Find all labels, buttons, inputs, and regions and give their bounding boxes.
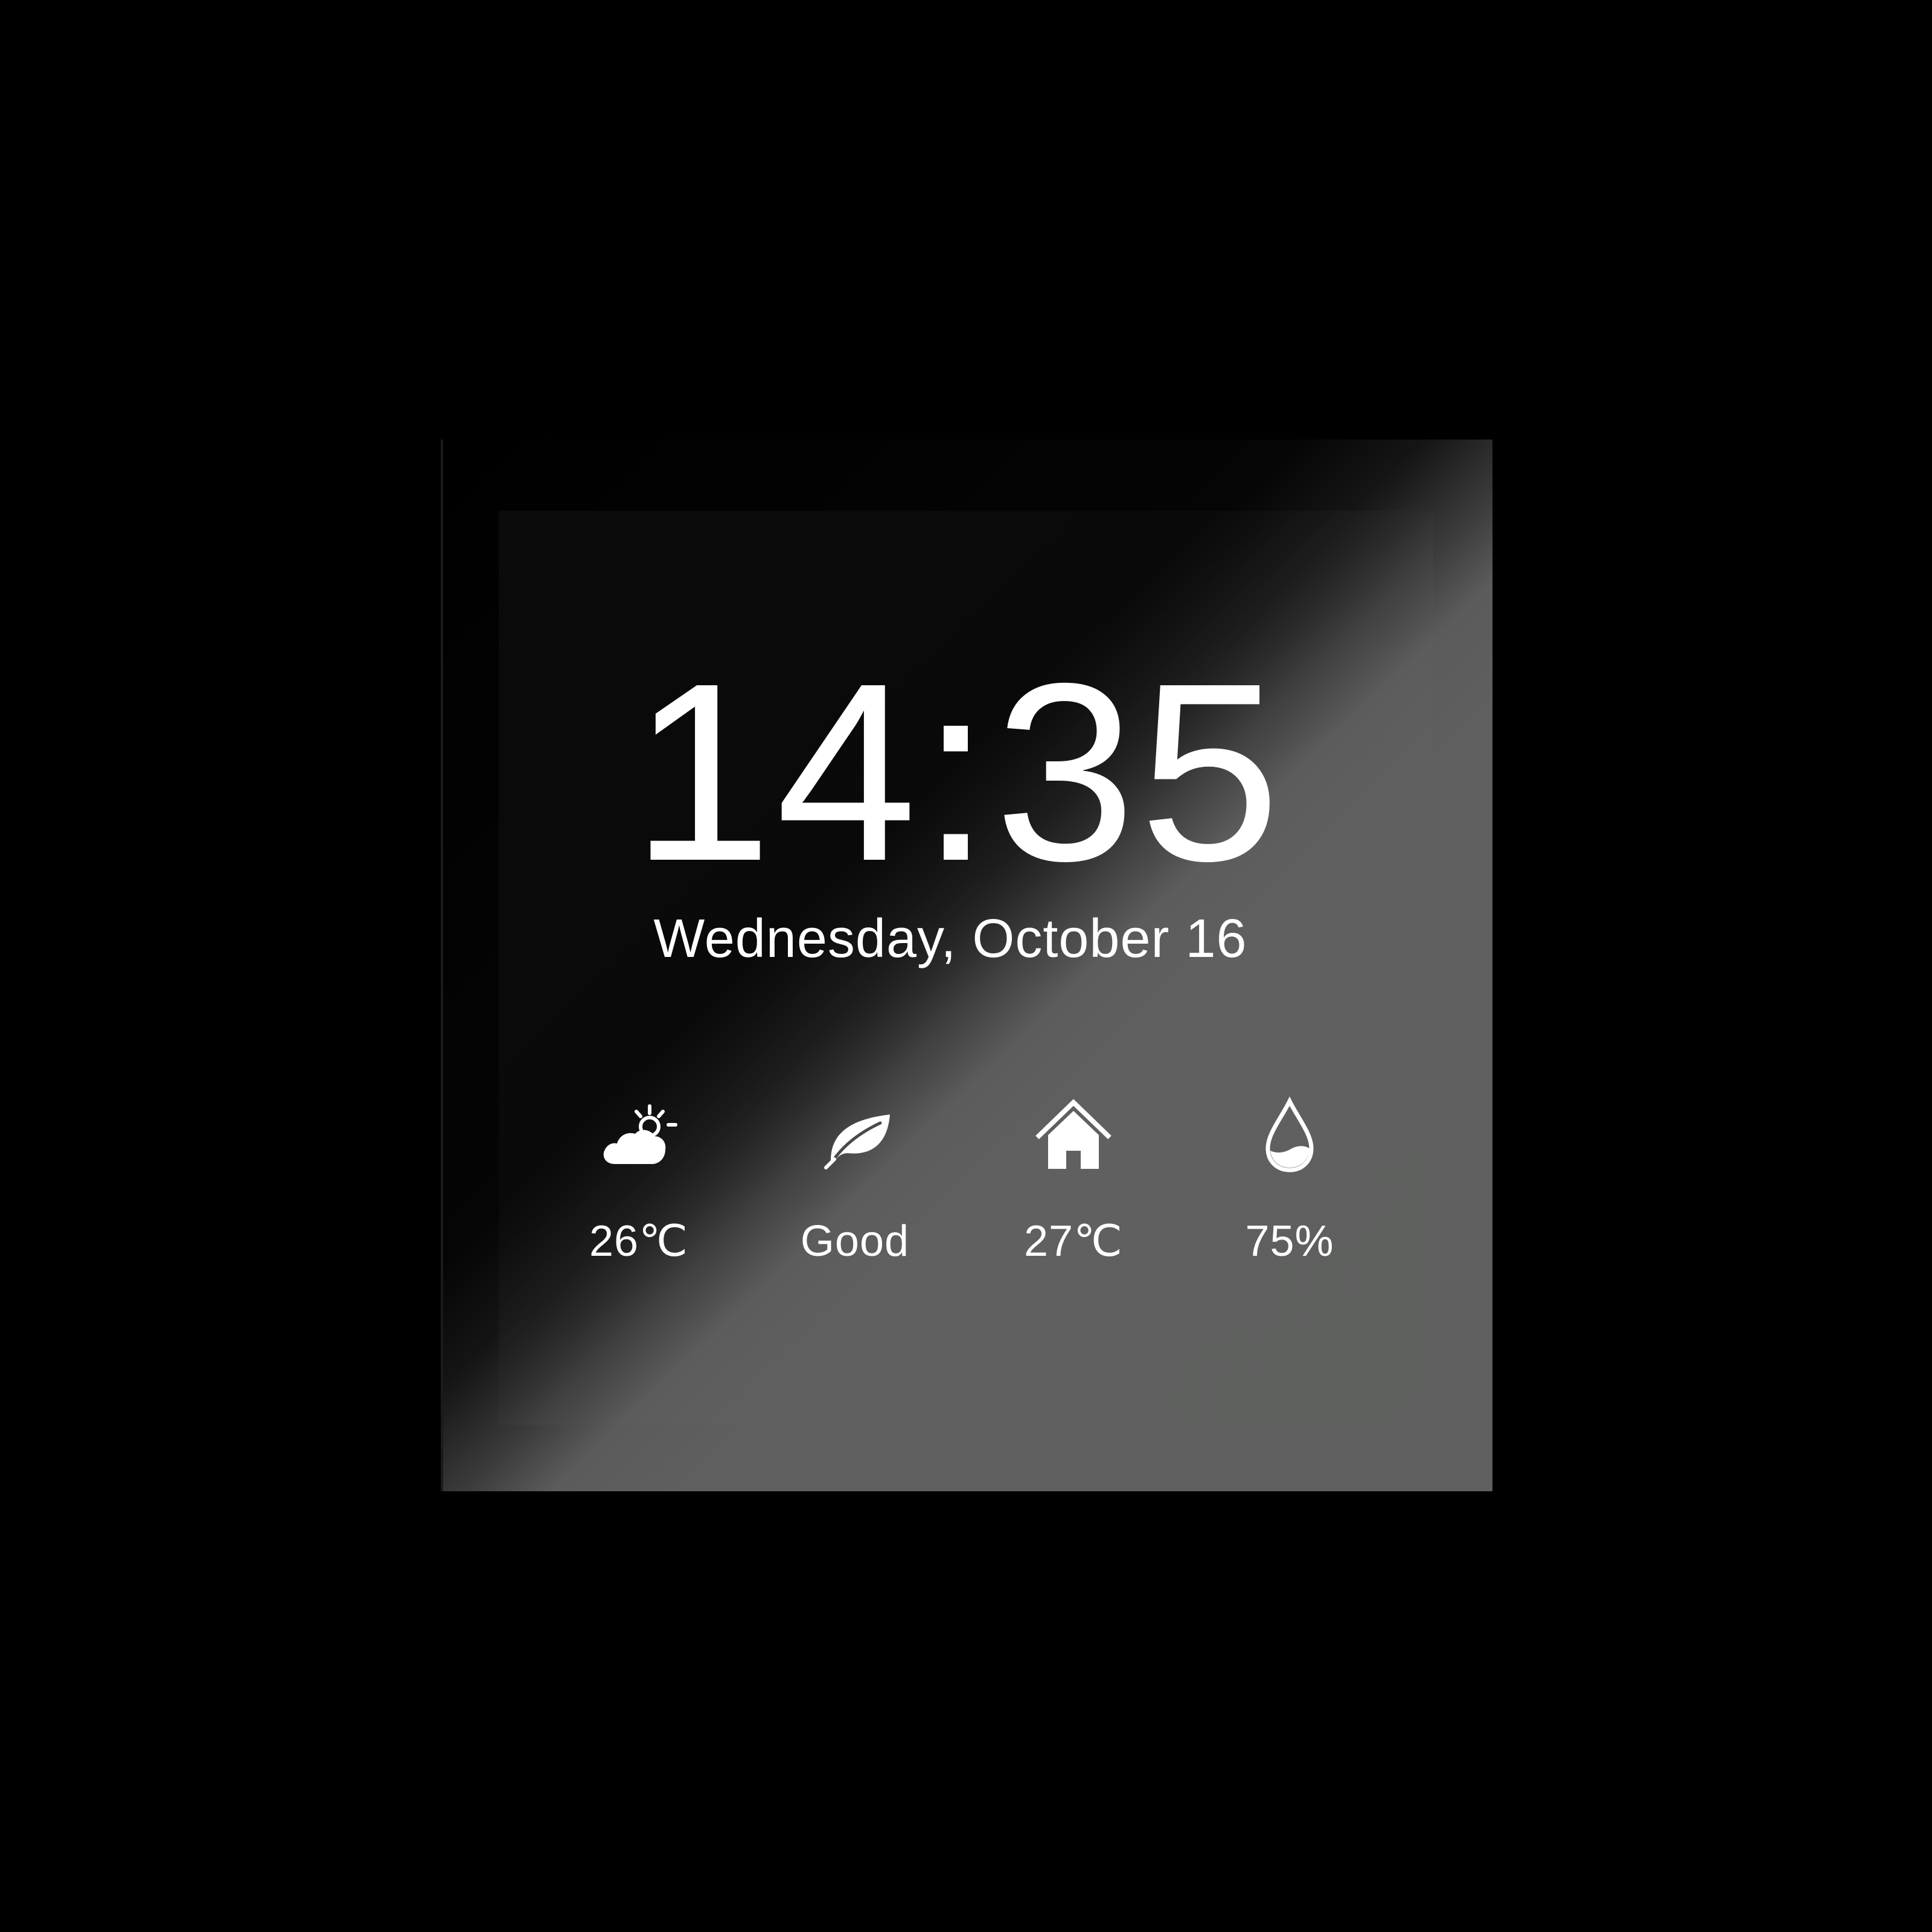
leaf-icon: [824, 1115, 890, 1169]
humidity-widget[interactable]: 75%: [1217, 1093, 1362, 1265]
indoor-temperature: 27℃: [1024, 1217, 1123, 1265]
humidity-value: 75%: [1245, 1217, 1334, 1265]
air-quality-widget[interactable]: Good: [782, 1093, 927, 1265]
weather-widget[interactable]: 26℃: [566, 1093, 711, 1265]
home-icon: [1035, 1099, 1112, 1169]
air-quality-value: Good: [800, 1217, 910, 1265]
weather-temperature: 26℃: [589, 1217, 688, 1265]
partly-cloudy-icon: [603, 1104, 677, 1164]
clock-time: 14:35: [631, 631, 1284, 914]
indoor-temperature-widget[interactable]: 27℃: [1001, 1093, 1146, 1265]
water-drop-icon: [1265, 1096, 1314, 1172]
clock-date: Wednesday, October 16: [653, 909, 1247, 969]
